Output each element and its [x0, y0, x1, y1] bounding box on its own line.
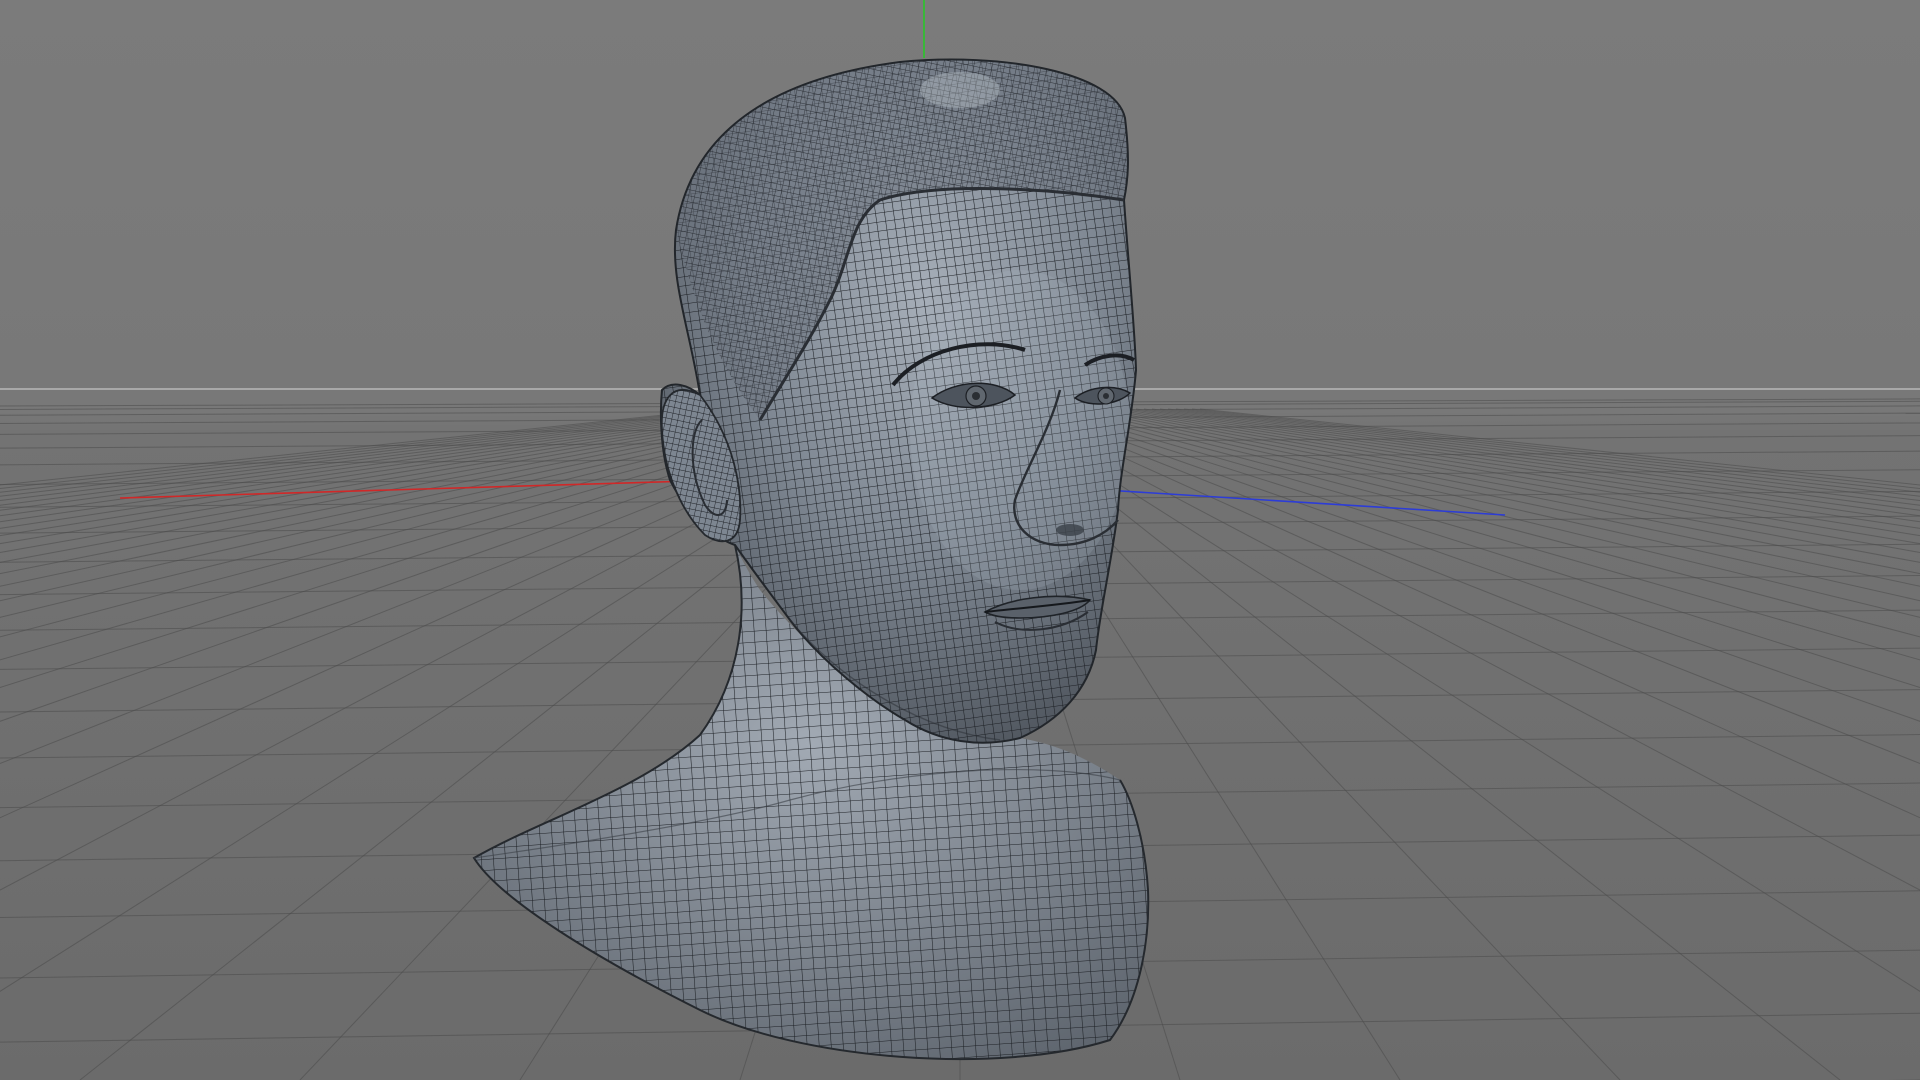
head-highlight [920, 72, 1000, 108]
3d-viewport[interactable] [0, 0, 1920, 1080]
nostril [1056, 524, 1084, 536]
viewport-scene[interactable] [0, 0, 1920, 1080]
